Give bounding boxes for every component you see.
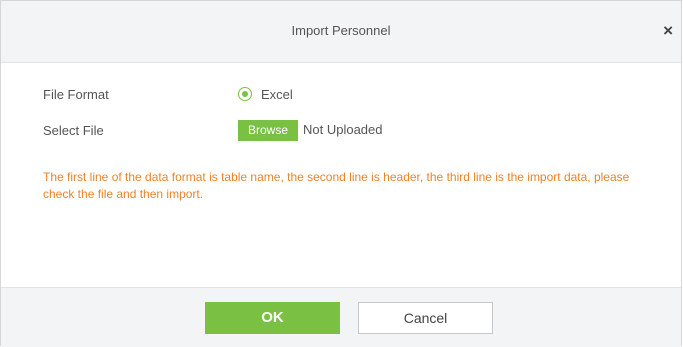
- radio-selected-icon[interactable]: [238, 87, 252, 101]
- import-hint-text: The first line of the data format is tab…: [43, 170, 630, 201]
- file-format-label: File Format: [43, 87, 109, 102]
- close-icon[interactable]: ×: [663, 22, 673, 39]
- ok-button[interactable]: OK: [205, 302, 340, 334]
- import-personnel-dialog: Import Personnel × File Format Excel Sel…: [0, 0, 682, 347]
- select-file-label: Select File: [43, 123, 104, 138]
- excel-radio-label[interactable]: Excel: [261, 87, 293, 102]
- cancel-button[interactable]: Cancel: [358, 302, 493, 334]
- browse-button[interactable]: Browse: [238, 120, 298, 141]
- excel-radio-option[interactable]: Excel: [238, 86, 293, 102]
- dialog-titlebar: Import Personnel ×: [1, 1, 681, 63]
- upload-status: Not Uploaded: [303, 122, 383, 137]
- dialog-title: Import Personnel: [291, 23, 391, 38]
- dialog-footer: [1, 287, 681, 347]
